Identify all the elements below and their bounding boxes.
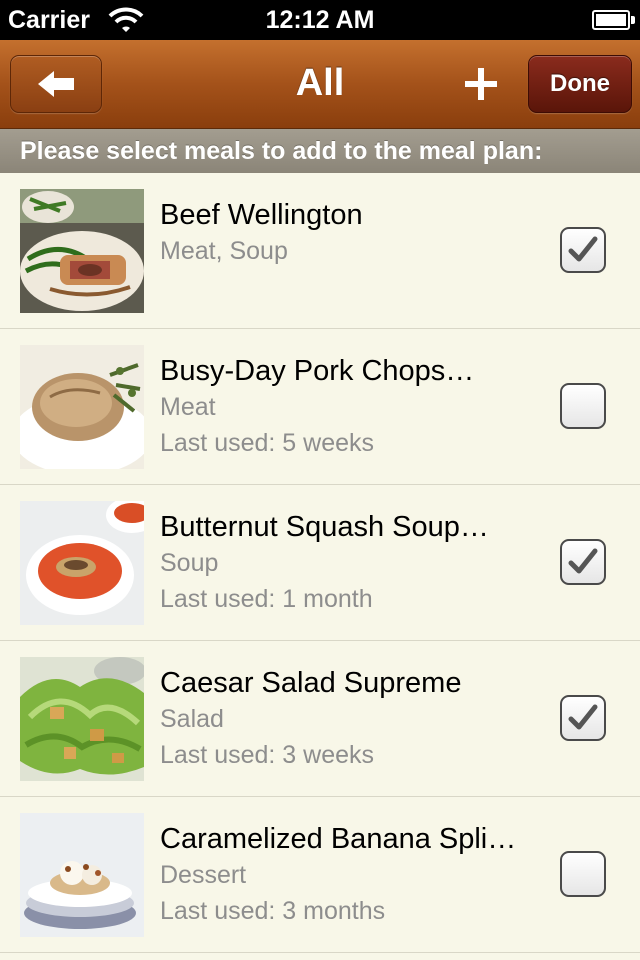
meal-category: Soup	[160, 549, 219, 577]
squash-soup-photo	[20, 501, 144, 625]
meal-name: Beef Wellington	[160, 199, 363, 231]
status-bar: Carrier 12:12 AM	[0, 0, 640, 40]
checkmark-icon	[568, 548, 598, 574]
meal-row-butternut-squash-soup[interactable]: Butternut Squash Soup… Soup Last used: 1…	[0, 485, 640, 641]
meal-row-banana-split[interactable]: Caramelized Banana Spli… Dessert Last us…	[0, 797, 640, 953]
clock: 12:12 AM	[265, 6, 375, 34]
caesar-salad-photo	[20, 657, 144, 781]
meal-name: Butternut Squash Soup…	[160, 511, 489, 543]
meal-list: Beef Wellington Meat, Soup Busy-Day Pork…	[0, 173, 640, 953]
meal-category: Salad	[160, 705, 224, 733]
meal-last-used: Last used: 3 months	[160, 897, 386, 925]
meal-category: Meat, Soup	[160, 237, 288, 265]
checkmark-icon	[568, 236, 598, 262]
meal-checkbox-checked[interactable]	[560, 539, 606, 585]
add-meal-button[interactable]	[455, 58, 507, 110]
section-header: Please select meals to add to the meal p…	[0, 129, 640, 173]
meal-checkbox-unchecked[interactable]	[560, 383, 606, 429]
checkmark-icon	[568, 704, 598, 730]
battery-icon	[592, 10, 635, 30]
meal-checkbox-checked[interactable]	[560, 695, 606, 741]
plus-icon	[465, 68, 497, 100]
meal-last-used: Last used: 3 weeks	[160, 741, 375, 769]
meal-category: Meat	[160, 393, 216, 421]
meal-category: Dessert	[160, 861, 247, 889]
meal-name: Busy-Day Pork Chops…	[160, 355, 475, 387]
meal-checkbox-unchecked[interactable]	[560, 851, 606, 897]
meal-last-used: Last used: 1 month	[160, 585, 373, 613]
done-button[interactable]: Done	[528, 55, 632, 113]
meal-name: Caesar Salad Supreme	[160, 667, 462, 699]
meal-row-beef-wellington[interactable]: Beef Wellington Meat, Soup	[0, 173, 640, 329]
meal-row-caesar-salad[interactable]: Caesar Salad Supreme Salad Last used: 3 …	[0, 641, 640, 797]
nav-bar: All Done	[0, 40, 640, 129]
banana-split-photo	[20, 813, 144, 937]
meal-row-pork-chops[interactable]: Busy-Day Pork Chops… Meat Last used: 5 w…	[0, 329, 640, 485]
pork-chop-photo	[20, 345, 144, 469]
meal-last-used: Last used: 5 weeks	[160, 429, 375, 457]
meal-checkbox-checked[interactable]	[560, 227, 606, 273]
meal-name: Caramelized Banana Spli…	[160, 823, 517, 855]
beef-wellington-photo	[20, 189, 144, 313]
